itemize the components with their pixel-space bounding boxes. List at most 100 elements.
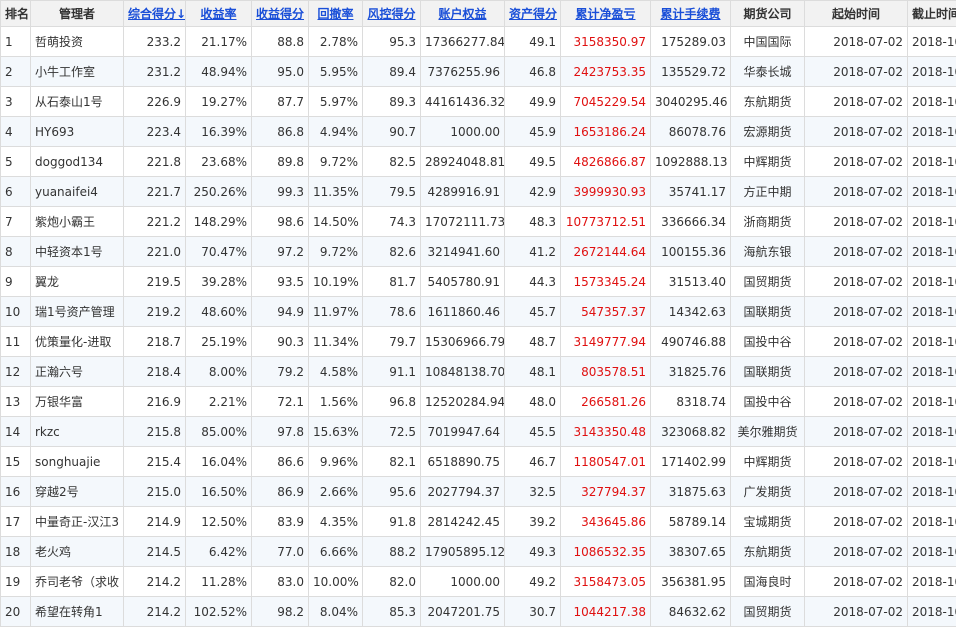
cell-broker: 美尔雅期货	[730, 416, 805, 447]
cell-start: 2018-07-02	[804, 386, 908, 417]
cell-risk_score: 89.3	[362, 86, 421, 117]
cell-end: 2018-10-29	[907, 26, 956, 57]
cell-score: 231.2	[123, 56, 186, 87]
table-body: 1 哲萌投资 233.2 21.17% 88.8 2.78% 95.3 17366277.84…	[0, 26, 956, 627]
cell-asset_score: 45.7	[504, 296, 561, 327]
cell-return: 23.68%	[185, 146, 252, 177]
column-header-equity[interactable]: 账户权益	[420, 0, 505, 27]
cell-rank: 18	[0, 536, 31, 567]
cell-start: 2018-07-02	[804, 536, 908, 567]
cell-equity: 6518890.75	[420, 446, 505, 477]
cell-score: 218.4	[123, 356, 186, 387]
column-header-return_score[interactable]: 收益得分	[251, 0, 309, 27]
column-header-score[interactable]: 综合得分↓	[123, 0, 186, 27]
cell-risk_score: 91.8	[362, 506, 421, 537]
cell-net_profit: 343645.86	[560, 506, 651, 537]
table-row: 8 中轻资本1号 221.0 70.47% 97.2 9.72% 82.6 3214941.6…	[0, 236, 956, 267]
cell-fees: 175289.03	[650, 26, 731, 57]
cell-fees: 100155.36	[650, 236, 731, 267]
cell-net_profit: 1086532.35	[560, 536, 651, 567]
cell-asset_score: 48.0	[504, 386, 561, 417]
cell-start: 2018-07-02	[804, 176, 908, 207]
cell-score: 214.5	[123, 536, 186, 567]
cell-manager: HY693	[30, 116, 124, 147]
cell-equity: 17905895.12	[420, 536, 505, 567]
cell-broker: 宝城期货	[730, 506, 805, 537]
cell-rank: 15	[0, 446, 31, 477]
cell-return: 16.39%	[185, 116, 252, 147]
cell-drawdown: 6.66%	[308, 536, 363, 567]
table-row: 17 中量奇正-汉江3 214.9 12.50% 83.9 4.35% 91.8 281424…	[0, 506, 956, 537]
cell-rank: 5	[0, 146, 31, 177]
cell-score: 215.8	[123, 416, 186, 447]
cell-end: 2018-10-29	[907, 536, 956, 567]
cell-return_score: 98.2	[251, 596, 309, 627]
column-header-asset_score[interactable]: 资产得分	[504, 0, 561, 27]
cell-risk_score: 79.5	[362, 176, 421, 207]
cell-equity: 12520284.94	[420, 386, 505, 417]
cell-equity: 7376255.96	[420, 56, 505, 87]
table-row: 20 希望在转角1 214.2 102.52% 98.2 8.04% 85.3 2047201…	[0, 596, 956, 627]
cell-end: 2018-10-29	[907, 116, 956, 147]
cell-net_profit: 3158473.05	[560, 566, 651, 597]
cell-risk_score: 91.1	[362, 356, 421, 387]
cell-rank: 14	[0, 416, 31, 447]
cell-net_profit: 3143350.48	[560, 416, 651, 447]
cell-rank: 16	[0, 476, 31, 507]
cell-score: 215.0	[123, 476, 186, 507]
column-header-return[interactable]: 收益率	[185, 0, 252, 27]
cell-asset_score: 46.8	[504, 56, 561, 87]
cell-return: 6.42%	[185, 536, 252, 567]
cell-equity: 1611860.46	[420, 296, 505, 327]
cell-score: 221.0	[123, 236, 186, 267]
cell-fees: 1092888.13	[650, 146, 731, 177]
table-row: 10 瑞1号资产管理 219.2 48.60% 94.9 11.97% 78.6 161186…	[0, 296, 956, 327]
cell-manager: 翼龙	[30, 266, 124, 297]
cell-drawdown: 15.63%	[308, 416, 363, 447]
cell-return: 25.19%	[185, 326, 252, 357]
cell-manager: 小牛工作室	[30, 56, 124, 87]
cell-equity: 15306966.79	[420, 326, 505, 357]
cell-score: 226.9	[123, 86, 186, 117]
cell-equity: 1000.00	[420, 116, 505, 147]
column-header-manager: 管理者	[30, 0, 124, 27]
table-row: 2 小牛工作室 231.2 48.94% 95.0 5.95% 89.4 7376255.96…	[0, 56, 956, 87]
cell-return: 2.21%	[185, 386, 252, 417]
column-header-risk_score[interactable]: 风控得分	[362, 0, 421, 27]
cell-end: 2018-10-29	[907, 266, 956, 297]
cell-return: 16.04%	[185, 446, 252, 477]
cell-return_score: 89.8	[251, 146, 309, 177]
cell-return_score: 72.1	[251, 386, 309, 417]
cell-manager: doggod134	[30, 146, 124, 177]
cell-end: 2018-10-29	[907, 86, 956, 117]
column-header-broker: 期货公司	[730, 0, 805, 27]
cell-score: 214.2	[123, 596, 186, 627]
cell-score: 233.2	[123, 26, 186, 57]
cell-manager: 万银华富	[30, 386, 124, 417]
cell-broker: 中国国际	[730, 26, 805, 57]
cell-net_profit: 10773712.51	[560, 206, 651, 237]
cell-rank: 9	[0, 266, 31, 297]
cell-start: 2018-07-02	[804, 596, 908, 627]
cell-return: 19.27%	[185, 86, 252, 117]
cell-asset_score: 45.5	[504, 416, 561, 447]
cell-asset_score: 45.9	[504, 116, 561, 147]
cell-rank: 12	[0, 356, 31, 387]
cell-risk_score: 82.1	[362, 446, 421, 477]
cell-broker: 国贸期货	[730, 596, 805, 627]
column-header-net_profit[interactable]: 累计净盈亏	[560, 0, 651, 27]
cell-drawdown: 5.95%	[308, 56, 363, 87]
cell-drawdown: 4.94%	[308, 116, 363, 147]
cell-return: 85.00%	[185, 416, 252, 447]
cell-drawdown: 14.50%	[308, 206, 363, 237]
cell-manager: 中轻资本1号	[30, 236, 124, 267]
cell-fees: 323068.82	[650, 416, 731, 447]
cell-equity: 28924048.81	[420, 146, 505, 177]
column-header-drawdown[interactable]: 回撤率	[308, 0, 363, 27]
cell-manager: 优策量化-进取	[30, 326, 124, 357]
cell-return_score: 98.6	[251, 206, 309, 237]
cell-start: 2018-07-02	[804, 56, 908, 87]
cell-end: 2018-10-29	[907, 416, 956, 447]
cell-return_score: 86.9	[251, 476, 309, 507]
column-header-fees[interactable]: 累计手续费	[650, 0, 731, 27]
